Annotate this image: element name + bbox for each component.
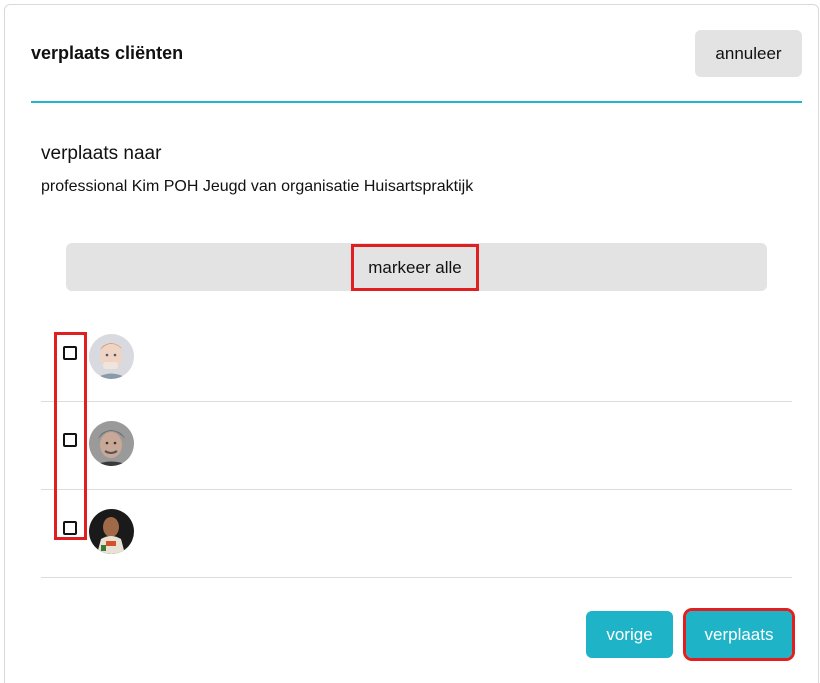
move-clients-dialog: verplaats cliënten annuleer verplaats na… — [4, 4, 819, 683]
header-divider — [31, 101, 802, 103]
client-checkbox[interactable] — [63, 521, 77, 535]
mark-all-button[interactable]: markeer alle — [351, 244, 479, 291]
target-description: professional Kim POH Jeugd van organisat… — [41, 178, 474, 195]
client-row — [41, 402, 792, 490]
client-checkbox[interactable] — [63, 433, 77, 447]
move-button[interactable]: verplaats — [683, 608, 795, 661]
client-row — [41, 314, 792, 402]
client-checkbox[interactable] — [63, 346, 77, 360]
target-heading: verplaats naar — [41, 143, 162, 164]
avatar-dark-background-photo — [89, 509, 134, 554]
dialog-title: verplaats cliënten — [31, 43, 184, 63]
previous-button[interactable]: vorige — [586, 611, 673, 658]
cancel-button[interactable]: annuleer — [695, 30, 802, 77]
avatar-grey-haired-man-photo — [89, 421, 134, 466]
avatar-child-photo — [89, 334, 134, 379]
client-row — [41, 490, 792, 578]
